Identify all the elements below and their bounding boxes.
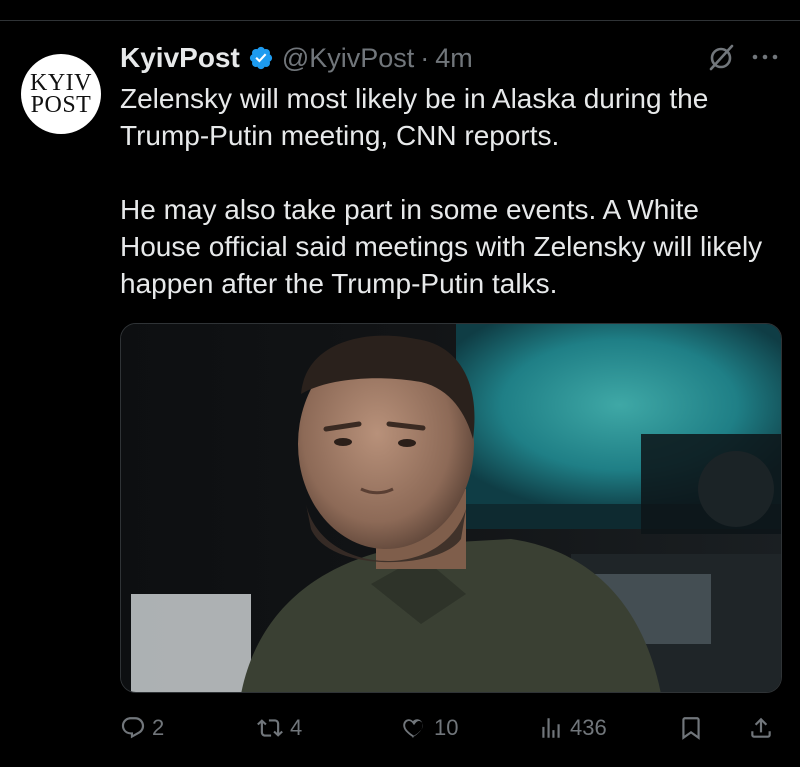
display-name[interactable]: KyivPost xyxy=(120,42,240,74)
views-count: 436 xyxy=(570,715,607,740)
views-button[interactable]: 436 xyxy=(538,708,607,748)
grok-icon[interactable] xyxy=(706,42,736,72)
reply-count: 2 xyxy=(152,715,165,740)
repost-icon xyxy=(257,719,283,737)
views-icon xyxy=(542,718,560,738)
tweet-media-image[interactable] xyxy=(120,323,782,693)
bookmark-icon xyxy=(682,717,700,740)
avatar[interactable]: KYIV POST xyxy=(21,54,101,134)
reply-button[interactable]: 2 xyxy=(120,708,164,748)
share-icon xyxy=(751,717,771,738)
separator-dot: · xyxy=(420,42,430,73)
like-count: 10 xyxy=(434,715,459,740)
timestamp[interactable]: 4m xyxy=(435,43,473,74)
like-button[interactable]: 10 xyxy=(400,708,458,748)
reply-icon xyxy=(121,717,145,739)
more-icon[interactable] xyxy=(750,50,780,64)
tweet-actions: 2 4 10 436 xyxy=(120,708,780,748)
repost-count: 4 xyxy=(290,715,303,740)
avatar-text-line2: POST xyxy=(30,92,92,118)
repost-button[interactable]: 4 xyxy=(256,708,302,748)
tweet-paragraph-2: He may also take part in some events. A … xyxy=(120,194,763,299)
tweet-paragraph-1: Zelensky will most likely be in Alaska d… xyxy=(120,83,709,151)
tweet-header: KyivPost @KyivPost · 4m xyxy=(120,38,473,78)
media-photo xyxy=(121,324,781,692)
tweet[interactable]: KYIV POST KyivPost @KyivPost · 4m Zelens… xyxy=(0,0,800,767)
like-icon xyxy=(403,719,423,738)
bookmark-button[interactable] xyxy=(678,708,704,748)
tweet-text: Zelensky will most likely be in Alaska d… xyxy=(120,80,780,302)
verified-badge-icon[interactable] xyxy=(248,45,274,71)
share-button[interactable] xyxy=(748,708,774,748)
avatar-text-line1: KYIV xyxy=(30,70,92,96)
handle[interactable]: @KyivPost xyxy=(282,43,414,74)
